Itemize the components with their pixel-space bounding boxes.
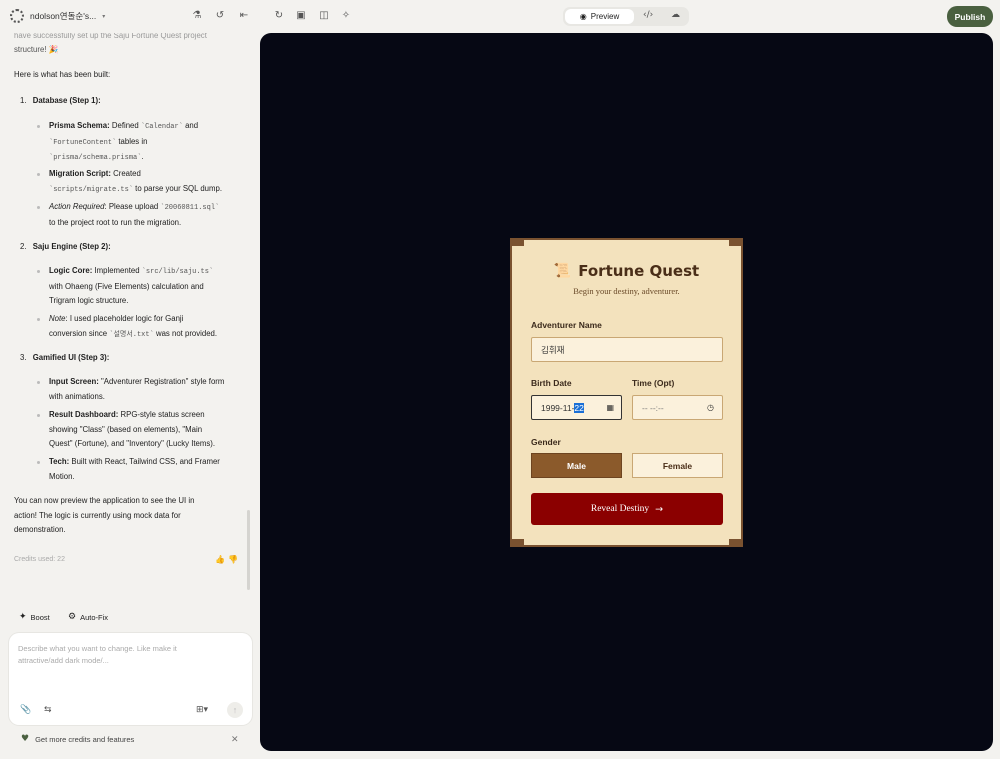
list-item: Note: I used placeholder logic for Ganji… bbox=[37, 312, 241, 342]
list-item: Action Required: Please upload `20060811… bbox=[37, 200, 241, 230]
heart-icon: ♥ bbox=[21, 734, 30, 744]
card-corner bbox=[729, 539, 743, 547]
fortune-card: 📜 Fortune Quest Begin your destiny, adve… bbox=[510, 238, 743, 547]
list-item: Migration Script: Created `scripts/migrat… bbox=[37, 167, 241, 197]
project-name: ndolson연돌순's... bbox=[30, 11, 97, 21]
image-icon[interactable]: ▣ bbox=[294, 9, 308, 23]
list-item: Logic Core: Implemented `src/lib/saju.ts… bbox=[37, 264, 241, 309]
attach-icon[interactable]: 📎 bbox=[20, 705, 31, 715]
scroll-icon: 📜 bbox=[553, 263, 572, 279]
card-subtitle: Begin your destiny, adventurer. bbox=[573, 286, 680, 296]
chevron-down-icon: ▾ bbox=[102, 13, 106, 20]
card-title: 📜 Fortune Quest bbox=[512, 262, 741, 280]
list-item-step-2: 2. Saju Engine (Step 2): bbox=[20, 242, 111, 251]
card-corner bbox=[510, 238, 524, 246]
history-icon[interactable]: ↺ bbox=[213, 9, 227, 23]
layout-icon[interactable]: ◫ bbox=[317, 9, 331, 23]
list-item: Input Screen: "Adventurer Registration" … bbox=[37, 375, 241, 404]
gender-male-button[interactable]: Male bbox=[531, 453, 622, 478]
reveal-destiny-button[interactable]: Reveal Destiny → bbox=[531, 493, 723, 525]
prompt-input[interactable]: Describe what you want to change. Like m… bbox=[18, 643, 177, 667]
clock-icon[interactable]: ◷ bbox=[707, 403, 714, 412]
autofix-button[interactable]: ⚙ Auto-Fix bbox=[68, 612, 108, 622]
wrench-icon: ⚙ bbox=[68, 612, 77, 622]
birth-date-input[interactable]: 1999-11- 22 ▦ bbox=[531, 395, 622, 420]
model-select-icon[interactable]: ⊞▾ bbox=[196, 705, 208, 715]
thumbs-up-icon[interactable]: 👍 bbox=[215, 553, 225, 568]
card-title-text: Fortune Quest bbox=[578, 262, 700, 280]
name-label: Adventurer Name bbox=[531, 320, 602, 330]
top-bar: ndolson연돌순's... ▾ ⚗ ↺ ⇤ ↻ ▣ ◫ ✧ ◉ Previe… bbox=[0, 0, 1000, 33]
view-switcher: ◉ Preview ‹/› ☁ bbox=[563, 7, 689, 26]
chat-scrollbar[interactable] bbox=[247, 510, 250, 590]
chat-fragment: have successfully set up the Saju Fortun… bbox=[14, 33, 207, 40]
boost-label: Boost bbox=[30, 612, 50, 622]
chat-fragment-2: structure! 🎉 bbox=[14, 45, 59, 54]
chat-history[interactable]: have successfully set up the Saju Fortun… bbox=[0, 33, 246, 593]
tab-preview-label: Preview bbox=[590, 12, 620, 21]
name-input[interactable]: 김휘재 bbox=[531, 337, 723, 362]
reveal-destiny-label: Reveal Destiny bbox=[590, 504, 650, 514]
publish-button[interactable]: Publish bbox=[947, 6, 993, 27]
tab-preview[interactable]: ◉ Preview bbox=[565, 9, 634, 24]
promo-text: Get more credits and features bbox=[35, 734, 135, 744]
card-corner bbox=[510, 539, 524, 547]
app-logo-icon bbox=[10, 9, 24, 23]
promo-banner[interactable]: ♥ Get more credits and features ✕ bbox=[9, 729, 252, 749]
credits-used: Credits used: 22 bbox=[14, 556, 65, 563]
time-label: Time (Opt) bbox=[632, 378, 675, 388]
autofix-label: Auto-Fix bbox=[80, 612, 109, 622]
refresh-icon[interactable]: ↻ bbox=[272, 9, 286, 23]
magic-wand-icon[interactable]: ✧ bbox=[339, 9, 353, 23]
birth-label: Birth Date bbox=[531, 378, 572, 388]
list-item-step-1: 1. Database (Step 1): bbox=[20, 96, 101, 105]
list-item: Prisma Schema: Defined `Calendar` and `Fo… bbox=[37, 119, 241, 166]
list-item: Tech: Built with React, Tailwind CSS, an… bbox=[37, 455, 241, 484]
project-switcher[interactable]: ndolson연돌순's... ▾ bbox=[10, 9, 105, 23]
send-button[interactable]: ↑ bbox=[227, 702, 243, 718]
flask-icon[interactable]: ⚗ bbox=[190, 9, 204, 23]
arrow-right-icon: → bbox=[655, 503, 664, 515]
close-icon[interactable]: ✕ bbox=[231, 734, 239, 745]
card-corner bbox=[729, 238, 743, 246]
calendar-icon[interactable]: ▦ bbox=[606, 403, 614, 412]
prompt-composer[interactable]: Describe what you want to change. Like m… bbox=[9, 633, 252, 725]
thumbs-down-icon[interactable]: 👎 bbox=[228, 553, 238, 568]
chat-intro: Here is what has been built: bbox=[14, 70, 111, 79]
eye-icon: ◉ bbox=[579, 12, 587, 21]
collapse-sidebar-icon[interactable]: ⇤ bbox=[237, 9, 251, 23]
gender-label: Gender bbox=[531, 437, 561, 447]
sparkle-icon: ✦ bbox=[19, 612, 27, 622]
settings-sliders-icon[interactable]: ⇆ bbox=[44, 705, 52, 715]
gender-female-button[interactable]: Female bbox=[632, 453, 723, 478]
list-item: Result Dashboard: RPG-style status scree… bbox=[37, 408, 241, 452]
time-input[interactable]: -- --:-- ◷ bbox=[632, 395, 723, 420]
code-icon[interactable]: ‹/› bbox=[643, 10, 653, 20]
boost-button[interactable]: ✦ Boost bbox=[19, 612, 50, 622]
chat-outro: You can now preview the application to s… bbox=[14, 496, 195, 534]
list-item-step-3: 3. Gamified UI (Step 3): bbox=[20, 353, 110, 362]
cloud-icon[interactable]: ☁ bbox=[671, 10, 680, 20]
